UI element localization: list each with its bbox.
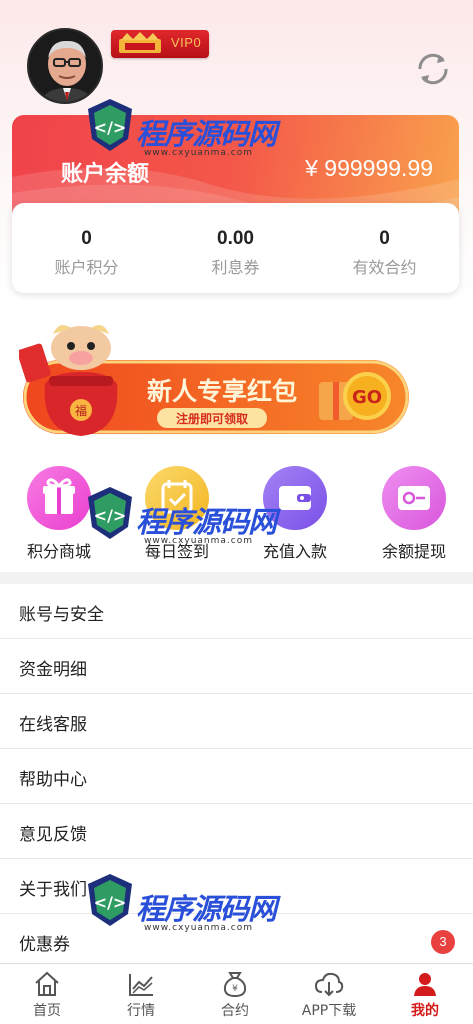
quick-action-label: 积分商城 [26,542,91,561]
fu-char: 福 [75,403,87,418]
balance-card: 账户余额 ¥ 999999.99 [12,115,459,215]
bottom-tab-bar: 首页 行情 ¥ 合约 APP下载 我的 [0,963,473,1024]
section-divider [0,572,473,584]
banner-go-button[interactable]: GO [352,387,382,408]
balance-label: 账户余额 [61,162,150,187]
tab-label: APP下载 [301,1003,357,1019]
balance-value: ¥ 999999.99 [305,155,433,181]
avatar[interactable] [27,28,103,104]
tab-market[interactable]: 行情 [94,964,188,1024]
tab-label: 首页 [33,1003,61,1019]
banner-title: 新人专享红包 [147,377,297,406]
quick-action-withdraw[interactable]: 余额提现 [355,466,473,562]
cloud-download-icon [314,972,344,997]
stat-value: 0 [81,228,92,249]
gift-icon [27,466,91,530]
tab-home[interactable]: 首页 [0,964,94,1024]
menu-help-center[interactable]: 帮助中心 [0,749,473,804]
quick-action-points-mall[interactable]: 积分商城 [0,466,118,562]
new-user-banner[interactable]: 福 新人专享红包 注册即可领取 GO [19,320,413,440]
menu-label: 帮助中心 [19,770,87,790]
stat-points[interactable]: 0 账户积分 [12,203,161,278]
menu-online-service[interactable]: 在线客服 [0,694,473,749]
home-icon [35,971,59,996]
crown-icon [119,32,161,53]
stat-contracts[interactable]: 0 有效合约 [310,203,459,278]
stat-label: 账户积分 [54,258,119,277]
refresh-icon[interactable] [412,49,454,89]
stat-interest-coupon[interactable]: 0.00 利息券 [161,203,310,278]
quick-action-label: 每日签到 [144,542,209,561]
menu-account-security[interactable]: 账号与安全 [0,584,473,639]
coupon-count-badge: 3 [431,930,455,954]
chart-icon [129,974,153,996]
tab-label: 我的 [411,1003,439,1019]
calendar-check-icon [145,466,209,530]
tab-app-download[interactable]: APP下载 [282,964,376,1024]
menu-coupons[interactable]: 优惠券 3 [0,914,473,963]
menu-label: 意见反馈 [19,825,87,845]
vip-badge: VIP0 [111,30,209,58]
wallet-icon [263,466,327,530]
wallet-withdraw-icon [382,466,446,530]
tab-mine[interactable]: 我的 [378,964,472,1024]
quick-action-deposit[interactable]: 充值入款 [236,466,354,562]
menu-label: 关于我们 [19,880,87,900]
stat-value: 0 [379,228,390,249]
vip-level: VIP0 [171,35,202,50]
stat-value: 0.00 [217,228,254,249]
stat-label: 有效合约 [352,258,417,277]
menu-label: 资金明细 [19,660,87,680]
quick-action-label: 充值入款 [262,542,327,561]
menu-fund-details[interactable]: 资金明细 [0,639,473,694]
menu-label: 在线客服 [19,715,87,735]
menu-about-us[interactable]: 关于我们 [0,859,473,914]
money-bag-icon: ¥ [223,972,247,998]
stats-card: 0 账户积分 0.00 利息券 0 有效合约 [12,203,459,293]
quick-action-daily-checkin[interactable]: 每日签到 [118,466,236,562]
banner-subtitle: 注册即可领取 [176,411,248,426]
menu-label: 优惠券 [19,935,70,955]
menu-feedback[interactable]: 意见反馈 [0,804,473,859]
stat-label: 利息券 [211,258,260,277]
tab-label: 合约 [221,1003,249,1019]
quick-action-label: 余额提现 [381,542,446,561]
menu-label: 账号与安全 [19,605,104,625]
tab-contract[interactable]: ¥ 合约 [188,964,282,1024]
tab-label: 行情 [127,1003,155,1019]
svg-text:¥: ¥ [232,984,238,994]
user-icon [414,973,436,996]
